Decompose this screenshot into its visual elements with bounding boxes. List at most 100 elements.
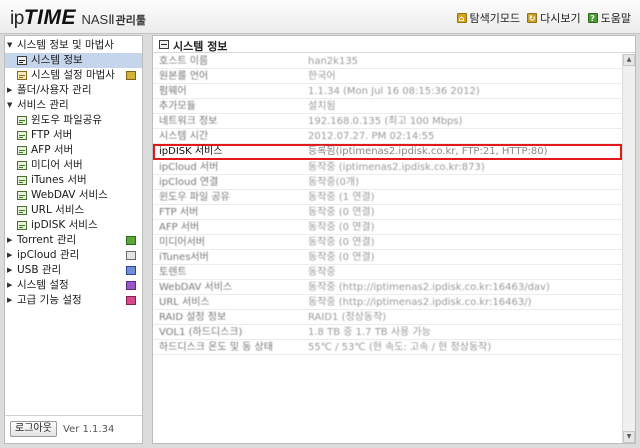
info-value: 동작중: [308, 267, 336, 278]
sidebar-group-folder-user[interactable]: ▶ 폴더/사용자 관리: [5, 83, 142, 98]
service-page-icon: [17, 176, 27, 185]
expanded-arrow-icon[interactable]: ▼: [7, 98, 15, 113]
sidebar-group-torrent[interactable]: ▶ Torrent 관리: [5, 233, 142, 248]
page-title: 시스템 정보: [173, 40, 228, 53]
sidebar-group-label: Torrent 관리: [17, 234, 77, 246]
sidebar-item-media[interactable]: 미디어 서버: [5, 158, 142, 173]
sidebar-item-label: AFP 서버: [31, 144, 74, 156]
help-link[interactable]: ? 도움말: [587, 10, 631, 26]
sidebar-group-system-info[interactable]: ▼ 시스템 정보 및 마법사: [5, 38, 142, 53]
info-key: 시스템 시간: [159, 131, 209, 142]
collapsed-arrow-icon[interactable]: ▶: [7, 83, 15, 98]
sidebar-item-label: 시스템 설정 마법사: [31, 69, 115, 81]
info-row: 윈도우 파일 공유 동작중 (1 연결): [153, 190, 622, 205]
logout-button[interactable]: 로그아웃: [10, 421, 57, 437]
info-key: 하드디스크 온도 및 동 상태: [159, 342, 273, 353]
reload-link[interactable]: ↻ 다시보기: [527, 10, 581, 26]
info-key: ipCloud 연결: [159, 177, 219, 188]
sidebar-item-url[interactable]: URL 서비스: [5, 203, 142, 218]
info-row: 미디어서버 동작중 (0 연결): [153, 235, 622, 250]
info-value: han2k135: [308, 56, 359, 67]
sidebar-item-system-info[interactable]: 시스템 정보: [5, 53, 142, 68]
advanced-icon: [126, 296, 136, 305]
info-value: 192.168.0.135 (최고 100 Mbps): [308, 116, 463, 127]
info-value: 동작중(0개): [308, 177, 359, 188]
info-value: 동작중 (http://iptimenas2.ipdisk.co.kr:1646…: [308, 282, 550, 293]
help-icon: ?: [587, 13, 598, 23]
reload-icon: ↻: [527, 13, 538, 23]
main-panel: 시스템 정보 호스트 이름 han2k135 원본를 언어 한국어 펌웨어 1.1.34 …: [152, 35, 636, 444]
info-row: iTunes서버 동작중 (0 연결): [153, 250, 622, 265]
sidebar-item-webdav[interactable]: WebDAV 서비스: [5, 188, 142, 203]
collapsed-arrow-icon[interactable]: ▶: [7, 278, 15, 293]
sidebar-item-label: 시스템 정보: [31, 54, 83, 66]
cloud-icon: [126, 251, 136, 260]
info-value: 한국어: [308, 71, 336, 82]
sidebar-item-ftp[interactable]: FTP 서버: [5, 128, 142, 143]
help-label: 도움말: [600, 12, 631, 25]
info-row: VOL1 (하드디스크) 1.8 TB 중 1.7 TB 사용 가능: [153, 325, 622, 340]
sidebar-group-label: 시스템 설정: [17, 279, 69, 291]
sidebar-group-label: 폴더/사용자 관리: [17, 84, 92, 96]
logo-nas-text: NASⅡ: [81, 12, 115, 27]
sidebar-item-ipdisk[interactable]: ipDISK 서비스: [5, 218, 142, 233]
top-menu: ⌂ 탐색기모드 ↻ 다시보기 ? 도움말: [456, 10, 631, 26]
info-row: 하드디스크 온도 및 동 상태 55℃ / 53℃ (현 속도: 고속 / 현 정…: [153, 340, 622, 355]
info-value: 동작중 (0 연결): [308, 237, 375, 248]
service-page-icon: [17, 116, 27, 125]
info-key: 윈도우 파일 공유: [159, 192, 230, 203]
info-row: 호스트 이름 han2k135: [153, 54, 622, 69]
sidebar-group-label: ipCloud 관리: [17, 249, 80, 261]
sidebar-item-afp[interactable]: AFP 서버: [5, 143, 142, 158]
collapsed-arrow-icon[interactable]: ▶: [7, 263, 15, 278]
info-row: 네트워크 정보 192.168.0.135 (최고 100 Mbps): [153, 114, 622, 129]
info-row: 추가모듈 설치됨: [153, 99, 622, 114]
version-text: Ver 1.1.34: [63, 424, 115, 435]
sidebar-group-usb[interactable]: ▶ USB 관리: [5, 263, 142, 278]
info-row: ipCloud 연결 동작중(0개): [153, 175, 622, 190]
sidebar-group-label: 시스템 정보 및 마법사: [17, 39, 114, 51]
service-page-icon: [17, 221, 27, 230]
info-value: 동작중 (0 연결): [308, 207, 375, 218]
sidebar-group-ipcloud[interactable]: ▶ ipCloud 관리: [5, 248, 142, 263]
logo-time-text: TIME: [23, 6, 76, 29]
scroll-down-icon[interactable]: ▼: [623, 431, 635, 443]
expanded-arrow-icon[interactable]: ▼: [7, 38, 15, 53]
info-key: 네트워크 정보: [159, 116, 218, 127]
info-key: 호스트 이름: [159, 56, 209, 67]
info-key: ipDISK 서비스: [159, 146, 223, 157]
info-row: FTP 서버 동작중 (0 연결): [153, 205, 622, 220]
info-row-highlighted: ipDISK 서비스 등록됨(iptimenas2.ipdisk.co.kr, F…: [153, 144, 622, 160]
info-key: WebDAV 서비스: [159, 282, 233, 293]
info-key: URL 서비스: [159, 297, 210, 308]
scroll-up-icon[interactable]: ▲: [623, 54, 635, 66]
sidebar-item-itunes[interactable]: iTunes 서버: [5, 173, 142, 188]
info-value: 2012.07.27. PM 02:14:55: [308, 131, 435, 142]
app-header: ipTIME NASⅡ관리툴 ⌂ 탐색기모드 ↻ 다시보기 ? 도움말: [0, 0, 640, 34]
info-row: ipCloud 서버 동작중 (iptimenas2.ipdisk.co.kr:8…: [153, 160, 622, 175]
sidebar-item-label: WebDAV 서비스: [31, 189, 108, 201]
sidebar-group-service[interactable]: ▼ 서비스 관리: [5, 98, 142, 113]
sidebar-item-setup-wizard[interactable]: 시스템 설정 마법사: [5, 68, 142, 83]
info-row: 시스템 시간 2012.07.27. PM 02:14:55: [153, 129, 622, 144]
vertical-scrollbar[interactable]: ▲ ▼: [622, 54, 635, 443]
collapsed-arrow-icon[interactable]: ▶: [7, 248, 15, 263]
info-key: 토렌트: [159, 267, 187, 278]
info-key: 미디어서버: [159, 237, 205, 248]
service-page-icon: [17, 131, 27, 140]
collapsed-arrow-icon[interactable]: ▶: [7, 233, 15, 248]
collapsed-arrow-icon[interactable]: ▶: [7, 293, 15, 308]
logo-ip-text: ip: [10, 8, 24, 29]
sidebar-item-windows-share[interactable]: 윈도우 파일공유: [5, 113, 142, 128]
sidebar-group-advanced[interactable]: ▶ 고급 기능 설정: [5, 293, 142, 308]
info-value: 1.1.34 (Mon Jul 16 08:15:36 2012): [308, 86, 480, 97]
sidebar-item-label: ipDISK 서비스: [31, 219, 98, 231]
sidebar-group-label: 서비스 관리: [17, 99, 69, 111]
info-value: 동작중 (http://iptimenas2.ipdisk.co.kr:1646…: [308, 297, 532, 308]
sidebar: ▼ 시스템 정보 및 마법사 시스템 정보 시스템 설정 마법사 ▶ 폴더/사용…: [4, 35, 143, 444]
sidebar-group-system-settings[interactable]: ▶ 시스템 설정: [5, 278, 142, 293]
info-key: FTP 서버: [159, 207, 199, 218]
info-key: AFP 서버: [159, 222, 200, 233]
sidebar-item-label: iTunes 서버: [31, 174, 87, 186]
explorer-mode-link[interactable]: ⌂ 탐색기모드: [456, 10, 520, 26]
